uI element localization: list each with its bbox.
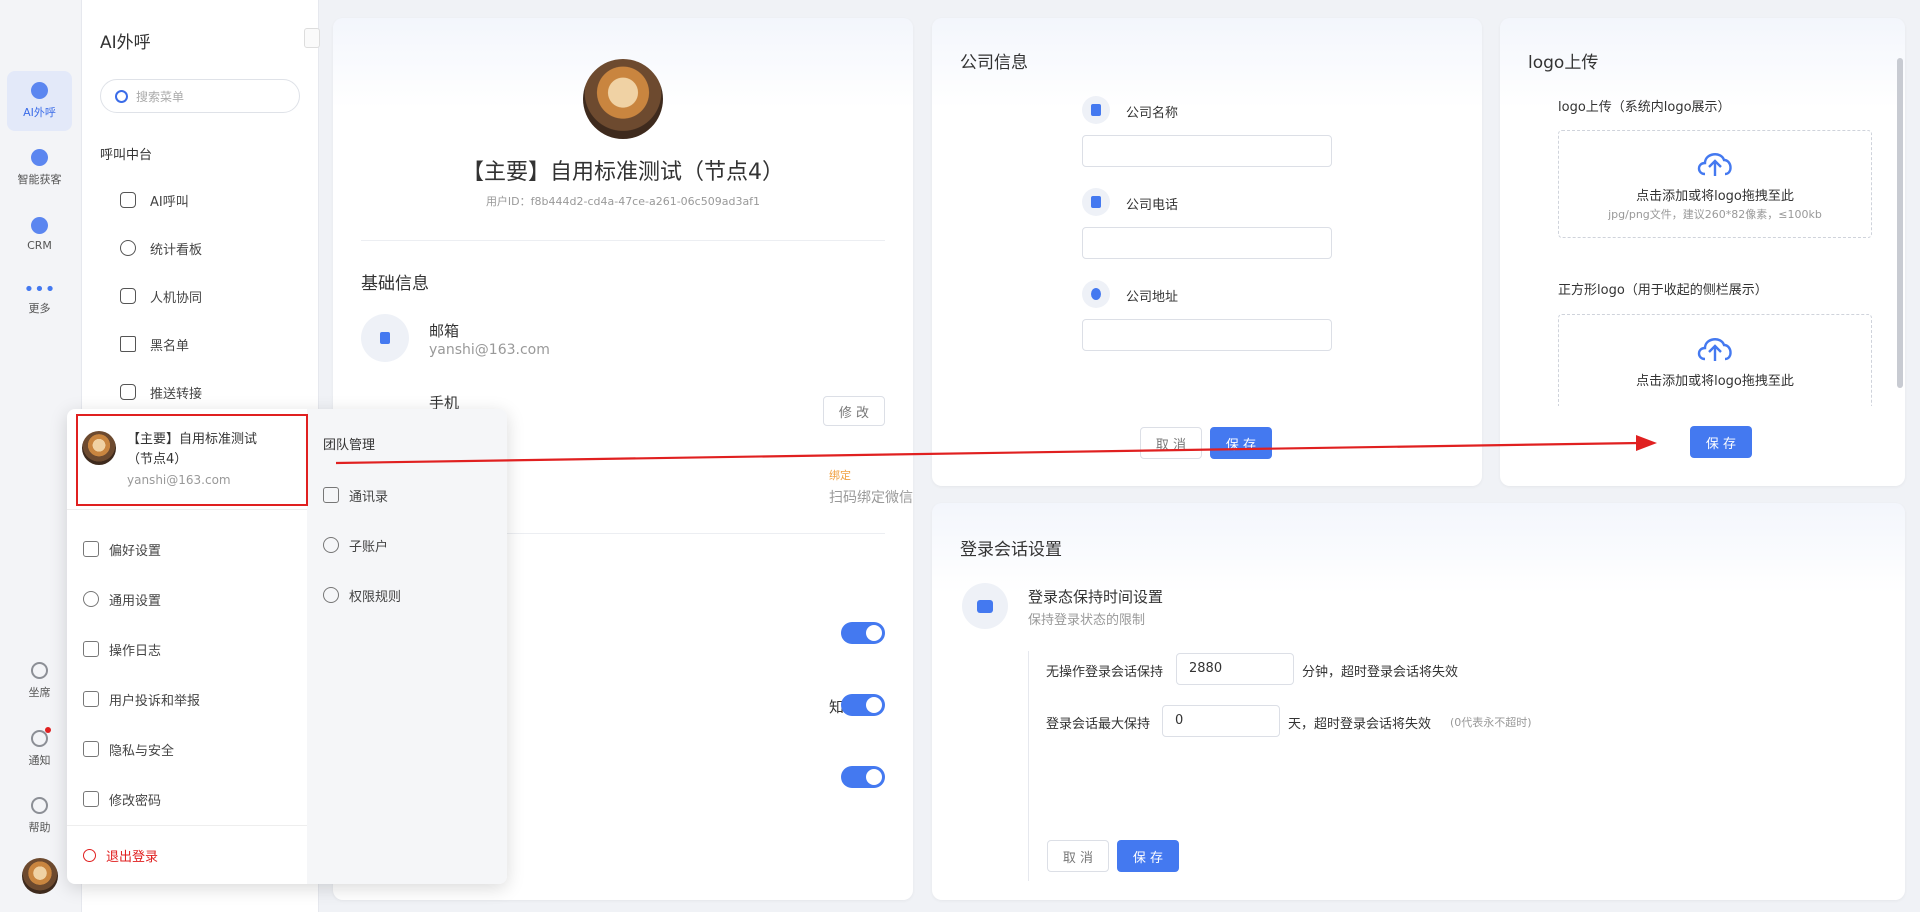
annotation-arrow bbox=[335, 435, 1657, 465]
